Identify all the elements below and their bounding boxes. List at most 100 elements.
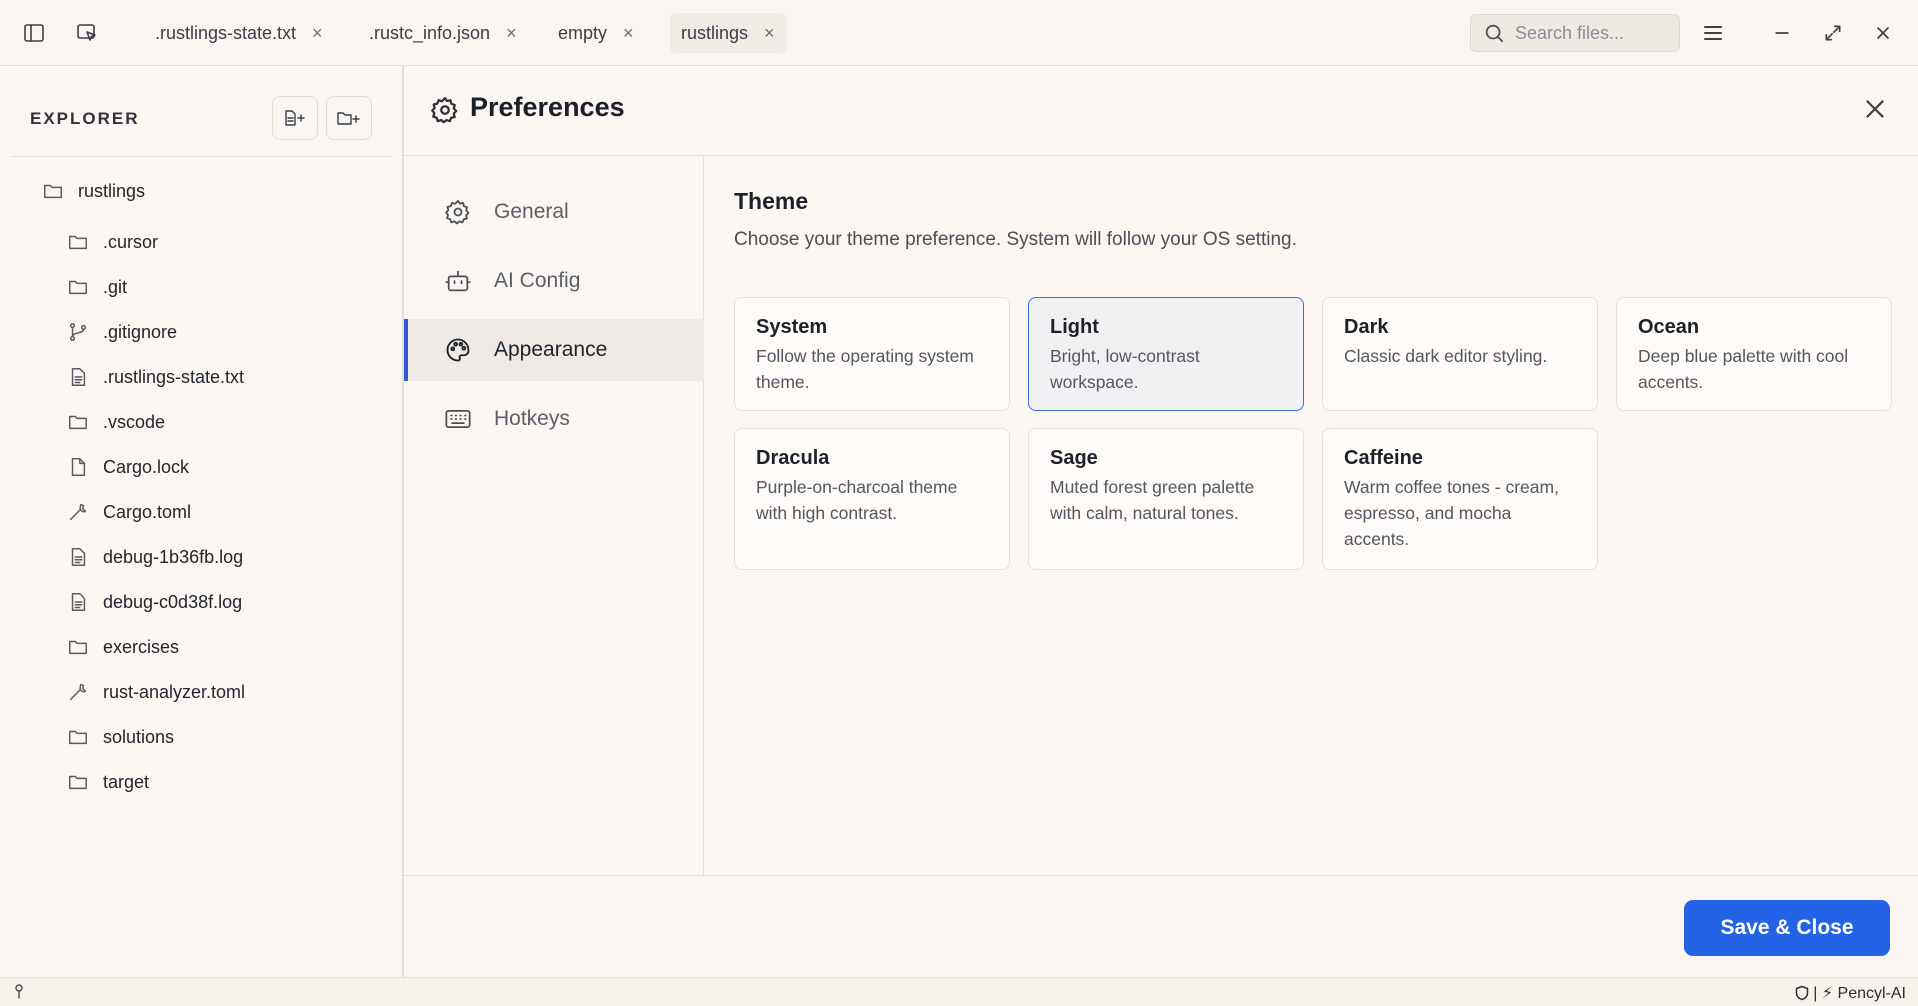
theme-card-dark[interactable]: Dark Classic dark editor styling. bbox=[1322, 297, 1598, 411]
folder-icon bbox=[67, 771, 89, 793]
wrench-icon bbox=[67, 681, 89, 703]
folder-icon bbox=[67, 636, 89, 658]
theme-description: Deep blue palette with cool accents. bbox=[1638, 346, 1849, 392]
tree-item-label: .git bbox=[103, 276, 128, 297]
tab-close-icon[interactable]: × bbox=[623, 23, 634, 44]
theme-name: System bbox=[756, 316, 828, 338]
new-folder-button[interactable] bbox=[326, 96, 372, 140]
nav-label: Appearance bbox=[494, 338, 608, 361]
pointer-window-icon[interactable] bbox=[73, 19, 101, 47]
tree-item-debug-1b36fb[interactable]: debug-1b36fb.log bbox=[67, 542, 243, 572]
tree-root-rustlings[interactable]: rustlings bbox=[42, 176, 145, 206]
status-right: | ⚡ Pencyl-AI bbox=[1795, 983, 1906, 1003]
git-branch-icon bbox=[67, 321, 89, 343]
folder-icon bbox=[67, 726, 89, 748]
nav-label: AI Config bbox=[494, 269, 581, 292]
shield-icon bbox=[1795, 985, 1809, 1001]
tab-close-icon[interactable]: × bbox=[312, 23, 323, 44]
theme-card-caffeine[interactable]: Caffeine Warm coffee tones - cream, espr… bbox=[1322, 428, 1598, 570]
explorer-title: EXPLORER bbox=[30, 109, 140, 128]
preferences-panel: Preferences General AI Config Appearance bbox=[404, 66, 1918, 977]
tree-item-label: .rustlings-state.txt bbox=[103, 366, 245, 387]
folder-icon bbox=[67, 231, 89, 253]
theme-description: Warm coffee tones - cream, espresso, and… bbox=[1344, 477, 1559, 549]
nav-appearance[interactable]: Appearance bbox=[404, 319, 704, 381]
explorer-divider bbox=[12, 156, 392, 157]
tree-item-label: target bbox=[103, 771, 150, 792]
theme-card-sage[interactable]: Sage Muted forest green palette with cal… bbox=[1028, 428, 1304, 570]
nav-ai-config[interactable]: AI Config bbox=[404, 250, 704, 312]
toggle-sidebar-icon[interactable] bbox=[20, 19, 48, 47]
bot-icon bbox=[444, 267, 472, 295]
tree-item-label: .vscode bbox=[103, 411, 166, 432]
preferences-header: Preferences bbox=[404, 66, 1918, 156]
tree-item-rust-analyzer[interactable]: rust-analyzer.toml bbox=[67, 677, 245, 707]
tree-item-git[interactable]: .git bbox=[67, 272, 127, 302]
nav-label: General bbox=[494, 200, 569, 223]
theme-name: Ocean bbox=[1638, 316, 1700, 338]
minimize-icon[interactable] bbox=[1768, 19, 1796, 47]
tree-item-cursor[interactable]: .cursor bbox=[67, 227, 158, 257]
theme-card-dracula[interactable]: Dracula Purple-on-charcoal theme with hi… bbox=[734, 428, 1010, 570]
file-text-icon bbox=[67, 546, 89, 568]
tree-item-label: Cargo.lock bbox=[103, 456, 190, 477]
tab-close-icon[interactable]: × bbox=[764, 23, 775, 44]
location-pin-icon[interactable] bbox=[12, 983, 28, 999]
section-title: Theme bbox=[734, 188, 809, 214]
theme-card-light[interactable]: Light Bright, low-contrast workspace. bbox=[1028, 297, 1304, 411]
gear-icon bbox=[444, 198, 472, 226]
search-placeholder: Search files... bbox=[1515, 22, 1625, 43]
save-close-button[interactable]: Save & Close bbox=[1684, 900, 1890, 956]
nav-general[interactable]: General bbox=[404, 181, 704, 243]
file-text-icon bbox=[67, 366, 89, 388]
theme-card-system[interactable]: System Follow the operating system theme… bbox=[734, 297, 1010, 411]
folder-icon bbox=[67, 411, 89, 433]
gear-icon bbox=[430, 95, 460, 125]
tree-item-vscode[interactable]: .vscode bbox=[67, 407, 165, 437]
tab-rustc-info[interactable]: .rustc_info.json × bbox=[369, 13, 517, 53]
search-input[interactable]: Search files... bbox=[1470, 14, 1680, 52]
tab-label: .rustlings-state.txt bbox=[155, 22, 297, 43]
page-title: Preferences bbox=[470, 92, 625, 122]
theme-description: Follow the operating system theme. bbox=[756, 346, 974, 392]
maximize-icon[interactable] bbox=[1819, 19, 1847, 47]
file-text-icon bbox=[67, 591, 89, 613]
folder-icon bbox=[67, 276, 89, 298]
tree-item-label: .cursor bbox=[103, 231, 159, 252]
theme-name: Dark bbox=[1344, 316, 1389, 338]
preferences-nav: General AI Config Appearance Hotkeys bbox=[404, 157, 704, 875]
palette-icon bbox=[444, 336, 472, 364]
search-icon bbox=[1483, 22, 1505, 44]
tree-item-target[interactable]: target bbox=[67, 767, 149, 797]
tree-item-label: .gitignore bbox=[103, 321, 178, 342]
theme-description: Purple-on-charcoal theme with high contr… bbox=[756, 477, 958, 523]
tab-close-icon[interactable]: × bbox=[506, 23, 517, 44]
status-bar: | ⚡ Pencyl-AI bbox=[0, 977, 1918, 1006]
new-file-button[interactable] bbox=[272, 96, 318, 140]
folder-icon bbox=[42, 180, 64, 202]
nav-hotkeys[interactable]: Hotkeys bbox=[404, 388, 704, 450]
theme-name: Dracula bbox=[756, 447, 830, 469]
tab-rustlings[interactable]: rustlings × bbox=[670, 13, 787, 53]
tab-empty[interactable]: empty × bbox=[558, 13, 634, 53]
tree-item-cargo-toml[interactable]: Cargo.toml bbox=[67, 497, 191, 527]
tree-item-rustlings-state[interactable]: .rustlings-state.txt bbox=[67, 362, 244, 392]
tab-label: empty bbox=[558, 22, 608, 43]
tab-label: rustlings bbox=[681, 22, 749, 43]
theme-card-ocean[interactable]: Ocean Deep blue palette with cool accent… bbox=[1616, 297, 1892, 411]
close-icon[interactable] bbox=[1860, 94, 1890, 124]
tree-item-gitignore[interactable]: .gitignore bbox=[67, 317, 177, 347]
tab-rustlings-state[interactable]: .rustlings-state.txt × bbox=[155, 13, 323, 53]
tree-item-solutions[interactable]: solutions bbox=[67, 722, 174, 752]
section-description: Choose your theme preference. System wil… bbox=[734, 229, 1297, 250]
theme-name: Sage bbox=[1050, 447, 1098, 469]
status-app-label: | ⚡ Pencyl-AI bbox=[1813, 985, 1906, 1002]
preferences-footer: Save & Close bbox=[404, 875, 1918, 977]
tree-item-exercises[interactable]: exercises bbox=[67, 632, 179, 662]
tree-item-debug-c0d38f[interactable]: debug-c0d38f.log bbox=[67, 587, 242, 617]
tree-item-label: exercises bbox=[103, 636, 180, 657]
menu-icon[interactable] bbox=[1699, 19, 1727, 47]
tree-item-cargo-lock[interactable]: Cargo.lock bbox=[67, 452, 189, 482]
tree-item-label: debug-1b36fb.log bbox=[103, 546, 244, 567]
close-window-icon[interactable] bbox=[1869, 19, 1897, 47]
